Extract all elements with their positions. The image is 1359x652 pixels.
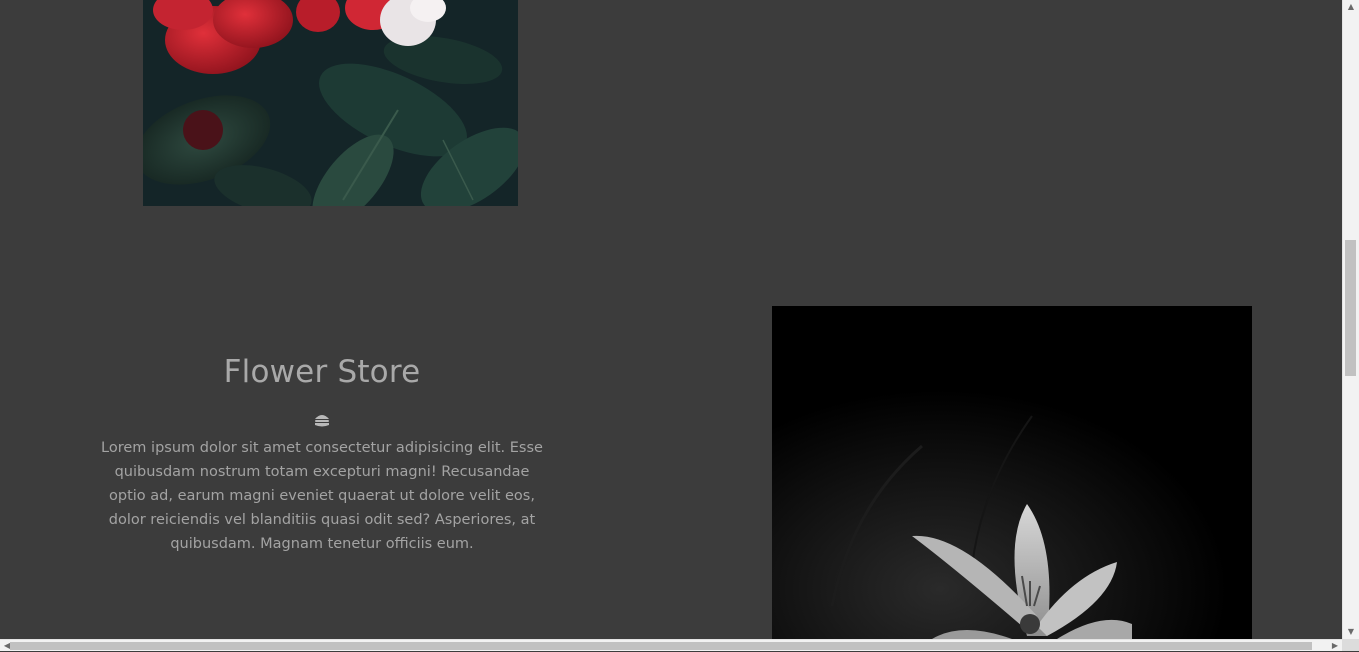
horizontal-scroll-thumb[interactable] (10, 642, 1312, 650)
scroll-down-arrow-icon[interactable]: ▼ (1343, 625, 1359, 639)
page-viewport: Flower Store Lorem ipsum dolor sit amet … (0, 0, 1342, 639)
red-flowers-photo (143, 0, 518, 206)
scroll-right-arrow-icon[interactable]: ▶ (1328, 640, 1342, 652)
burger-icon (313, 412, 331, 428)
section-description: Lorem ipsum dolor sit amet consectetur a… (101, 440, 543, 552)
section-title: Flower Store (223, 354, 421, 390)
scroll-up-arrow-icon[interactable]: ▲ (1343, 0, 1359, 14)
vertical-scrollbar[interactable]: ▲ ▼ (1342, 0, 1359, 639)
red-flowers-image (143, 0, 518, 206)
black-and-white-lily-photo (772, 306, 1252, 639)
flower-store-section: Flower Store Lorem ipsum dolor sit amet … (96, 346, 548, 556)
horizontal-scrollbar[interactable]: ◀ ▶ (0, 639, 1342, 651)
scrollbar-corner (1342, 639, 1359, 651)
lily-image (772, 306, 1252, 639)
vertical-scroll-thumb[interactable] (1345, 240, 1356, 376)
